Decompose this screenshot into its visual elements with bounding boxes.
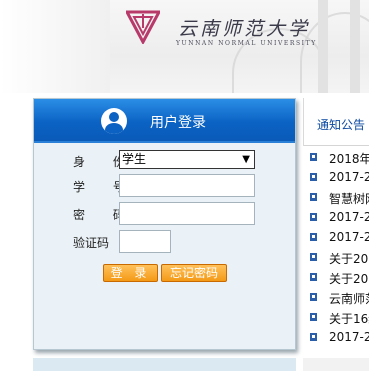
captcha-input[interactable] [119, 230, 171, 253]
identity-row: 身 份 学生 ▼ [34, 149, 297, 173]
notice-link[interactable]: 关于201 [329, 270, 369, 287]
login-panel-footer-strip [33, 358, 296, 371]
bullet-icon [310, 233, 317, 241]
university-name-cn: 云南师范大学 [178, 18, 311, 40]
bullet-icon [310, 293, 317, 301]
notice-link[interactable]: 2017-20 [329, 230, 369, 244]
notice-link[interactable]: 云南师范 [329, 290, 369, 307]
list-item[interactable]: 2017-20 [303, 228, 369, 248]
login-panel: 用户登录 身 份 学生 ▼ 学 号 密 码 验证码 登 录 忘记密码 [33, 98, 296, 350]
notice-link[interactable]: 2017-20 [329, 330, 369, 344]
bullet-icon [310, 253, 317, 261]
banner-fade [0, 0, 110, 93]
bullet-icon [310, 213, 317, 221]
bullet-icon [310, 193, 317, 201]
notice-panel-footer-strip [303, 358, 369, 371]
notice-link[interactable]: 智慧树网 [329, 190, 369, 207]
identity-select[interactable]: 学生 ▼ [119, 150, 255, 169]
list-item[interactable]: 2017-20 [303, 328, 369, 348]
list-item[interactable]: 2017-20 [303, 168, 369, 188]
list-item[interactable]: 智慧树网 [303, 188, 369, 208]
notice-divider [303, 98, 304, 146]
bullet-icon [310, 273, 317, 281]
list-item[interactable]: 关于201 [303, 248, 369, 268]
banner-pillar [350, 0, 360, 93]
password-input[interactable] [119, 202, 255, 225]
bullet-icon [310, 173, 317, 181]
forgot-password-button[interactable]: 忘记密码 [161, 264, 227, 282]
captcha-row: 验证码 [34, 230, 297, 254]
notice-title: 通知公告 [317, 118, 366, 132]
notice-link[interactable]: 关于201 [329, 250, 369, 267]
list-item[interactable]: 2018年 [303, 148, 369, 168]
university-name-en: YUNNAN NORMAL UNIVERSITY [176, 40, 317, 47]
identity-select-value: 学生 [122, 152, 147, 166]
notice-link[interactable]: 2018年 [329, 150, 369, 167]
bullet-icon [310, 333, 317, 341]
user-icon [101, 108, 127, 134]
notice-link[interactable]: 关于16级 [329, 310, 369, 327]
login-button[interactable]: 登 录 [103, 264, 158, 282]
bullet-icon [310, 313, 317, 321]
student-id-input[interactable] [119, 174, 255, 197]
notice-panel: 通知公告 2018年 2017-20 智慧树网 2017-20 2017-20 … [303, 98, 369, 371]
login-title: 用户登录 [150, 115, 206, 131]
notice-link[interactable]: 2017-20 [329, 210, 369, 224]
university-logo-icon [126, 10, 160, 44]
list-item[interactable]: 2017-20 [303, 208, 369, 228]
list-item[interactable]: 云南师范 [303, 288, 369, 308]
list-item[interactable]: 关于201 [303, 268, 369, 288]
student-id-row: 学 号 [34, 174, 297, 198]
banner-pillar [318, 0, 328, 93]
notice-link[interactable]: 2017-20 [329, 170, 369, 184]
chevron-down-icon: ▼ [242, 154, 250, 165]
login-panel-title-bar: 用户登录 [34, 99, 295, 143]
bullet-icon [310, 153, 317, 161]
notice-header: 通知公告 [303, 98, 369, 146]
list-item[interactable]: 关于16级 [303, 308, 369, 328]
button-row: 登 录 忘记密码 [34, 264, 297, 288]
password-row: 密 码 [34, 202, 297, 226]
header-banner: 云南师范大学 YUNNAN NORMAL UNIVERSITY [0, 0, 369, 93]
